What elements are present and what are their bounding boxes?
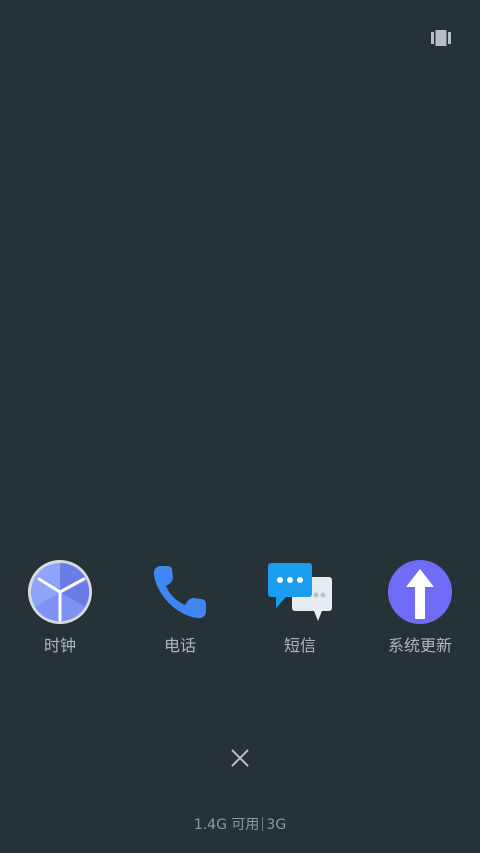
app-label-phone: 电话 <box>163 636 196 655</box>
clear-all-button[interactable] <box>228 746 252 770</box>
app-label-clock: 时钟 <box>43 636 76 655</box>
view-toggle-icon <box>431 30 451 46</box>
memory-status: 1.4G 可用 3G <box>0 815 480 835</box>
app-clock[interactable]: 时钟 <box>0 558 120 656</box>
clock-icon <box>26 558 94 626</box>
app-label-system-update: 系统更新 <box>387 636 452 655</box>
memory-divider <box>262 817 264 831</box>
phone-icon <box>146 558 214 626</box>
app-phone[interactable]: 电话 <box>120 558 240 656</box>
app-messages[interactable]: 短信 <box>240 558 360 656</box>
update-arrow-icon <box>386 558 454 626</box>
memory-total: 3G <box>266 817 287 833</box>
memory-available: 1.4G 可用 <box>193 817 260 833</box>
app-label-messages: 短信 <box>283 636 316 655</box>
close-icon <box>231 749 249 767</box>
recent-apps-dock: 时钟 电话 短信 系统更新 <box>0 558 480 668</box>
recents-view-toggle-button[interactable] <box>431 30 451 46</box>
app-system-update[interactable]: 系统更新 <box>360 558 480 656</box>
messages-icon <box>266 558 334 626</box>
